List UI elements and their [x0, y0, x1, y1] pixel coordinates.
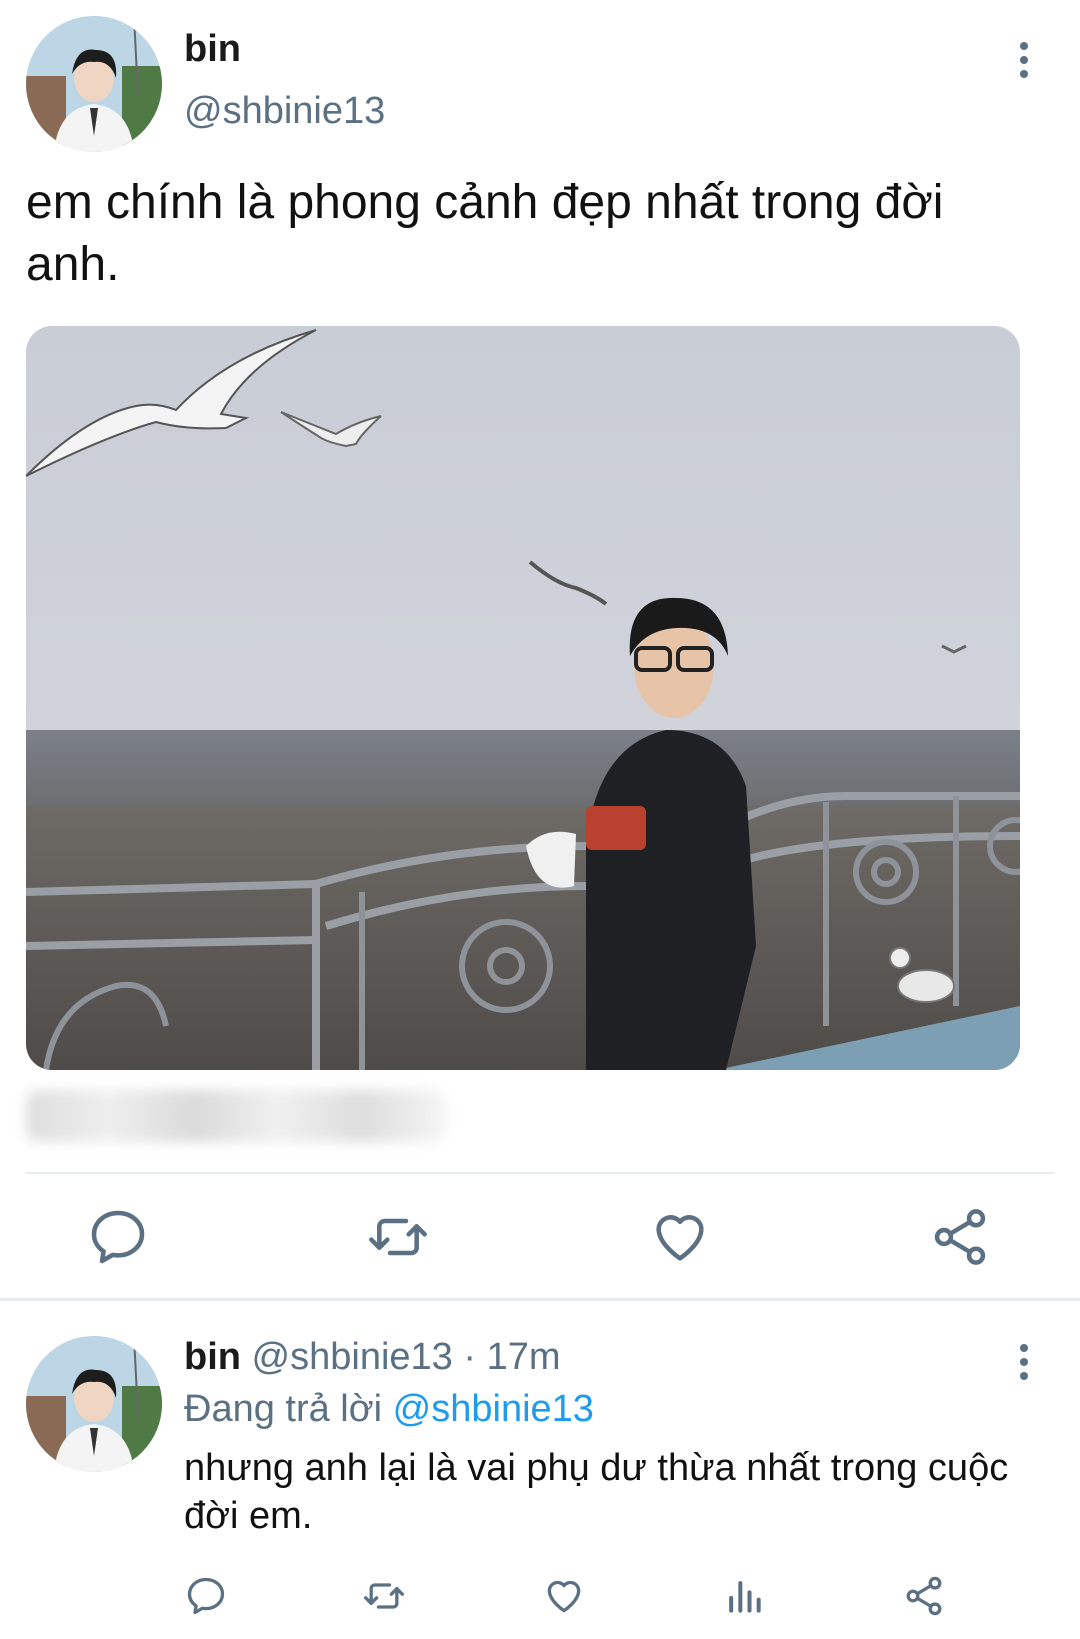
replying-prefix: Đang trả lời — [184, 1388, 383, 1430]
author-name[interactable]: bin — [184, 28, 241, 71]
divider — [26, 1172, 1054, 1174]
replying-to: Đang trả lời @shbinie13 — [184, 1388, 594, 1431]
reply-text: nhưng anh lại là vai phụ dư thừa nhất tr… — [184, 1447, 1009, 1537]
author-handle[interactable]: @shbinie13 — [184, 90, 385, 133]
reply-author-name[interactable]: bin — [184, 1336, 241, 1378]
retweet-icon[interactable] — [362, 1574, 406, 1618]
tweet-photo[interactable] — [26, 326, 1020, 1070]
tweet-text: em chính là phong cảnh đẹp nhất trong đờ… — [26, 176, 944, 291]
more-options-icon[interactable] — [1004, 30, 1044, 90]
reply-author-avatar[interactable] — [26, 1336, 162, 1472]
share-icon[interactable] — [902, 1574, 946, 1618]
analytics-icon[interactable] — [722, 1574, 766, 1618]
retweet-icon[interactable] — [366, 1205, 430, 1269]
author-avatar[interactable] — [26, 16, 162, 152]
share-icon[interactable] — [928, 1205, 992, 1269]
reply-icon[interactable] — [86, 1205, 150, 1269]
reply-header: bin @shbinie13 · 17m — [184, 1336, 561, 1379]
replying-mention[interactable]: @shbinie13 — [393, 1388, 594, 1430]
blurred-metadata — [26, 1090, 446, 1142]
reply-author-handle[interactable]: @shbinie13 — [252, 1336, 453, 1378]
like-icon[interactable] — [648, 1205, 712, 1269]
reply-time[interactable]: 17m — [487, 1336, 561, 1378]
separator: · — [452, 1336, 487, 1378]
section-divider — [0, 1298, 1080, 1301]
like-icon[interactable] — [542, 1574, 586, 1618]
more-options-icon[interactable] — [1004, 1332, 1044, 1392]
reply-icon[interactable] — [184, 1574, 228, 1618]
